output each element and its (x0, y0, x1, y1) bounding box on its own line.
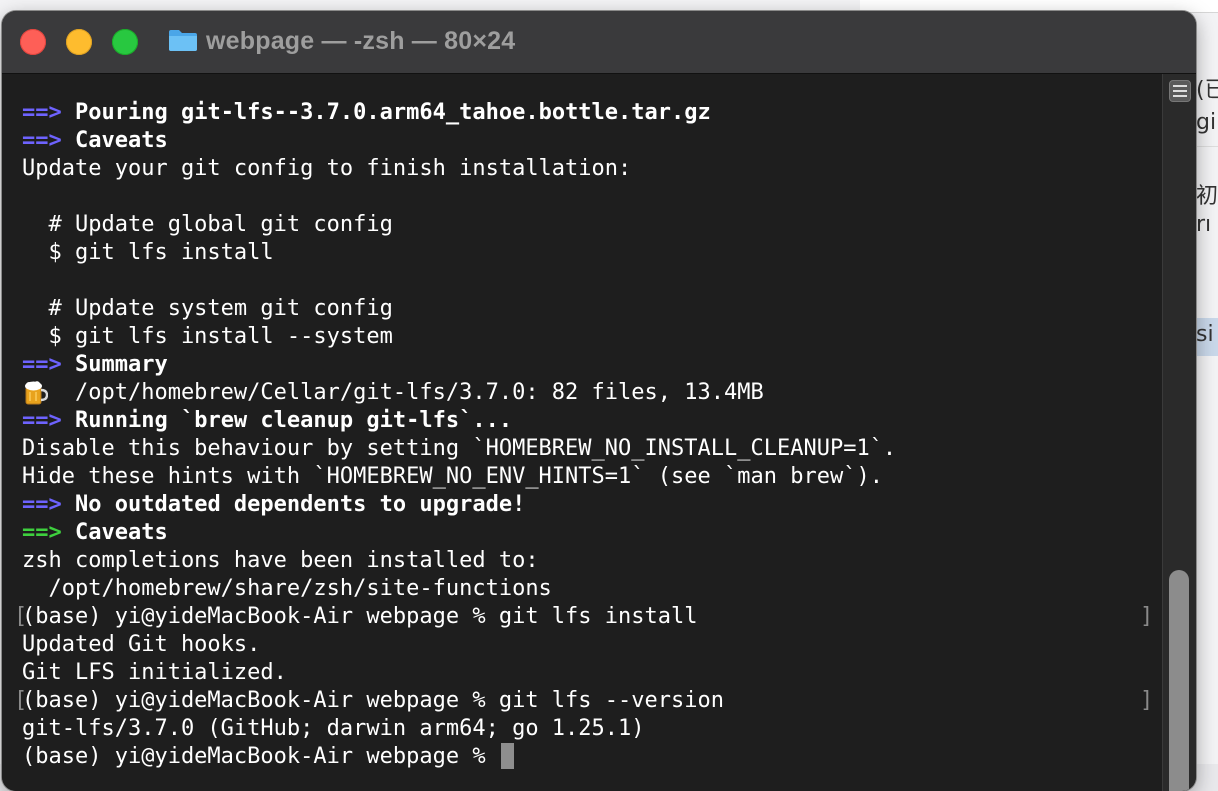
line-text: (base) yi@yideMacBook-Air webpage % git … (22, 688, 724, 713)
window-title: webpage — -zsh — 80×24 (206, 27, 516, 55)
line-text: Running `brew cleanup git-lfs`... (61, 408, 513, 433)
line-text: $ git lfs install --system (22, 324, 393, 349)
line-text: zsh completions have been installed to: (22, 548, 539, 573)
terminal-line: Update your git config to finish install… (22, 155, 631, 183)
mark-bracket-left: [ (14, 688, 28, 713)
terminal-line: ==> Caveats (22, 127, 168, 155)
mark-bracket-left: [ (14, 604, 28, 629)
line-text: git-lfs/3.7.0 (GitHub; darwin arm64; go … (22, 716, 645, 741)
terminal-line: ==> Pouring git-lfs--3.7.0.arm64_tahoe.b… (22, 99, 711, 127)
title-bar[interactable]: webpage — -zsh — 80×24 (2, 11, 1196, 74)
terminal-line: ==> Summary (22, 351, 168, 379)
terminal-line: # Update global git config (22, 211, 393, 239)
terminal-line: (base) yi@yideMacBook-Air webpage % (22, 743, 514, 771)
terminal-line: /opt/homebrew/share/zsh/site-functions (22, 575, 552, 603)
divider (1196, 146, 1218, 147)
line-text: Disable this behaviour by setting `HOMEB… (22, 436, 897, 461)
line-text: Pouring git-lfs--3.7.0.arm64_tahoe.bottl… (61, 100, 711, 125)
background-text: (已 (1196, 78, 1218, 103)
line-text: # Update global git config (22, 212, 393, 237)
background-text: si (1196, 322, 1214, 347)
terminal-line: /opt/homebrew/Cellar/git-lfs/3.7.0: 82 f… (22, 379, 764, 407)
line-text: (base) yi@yideMacBook-Air webpage % (22, 744, 499, 769)
line-text: # Update system git config (22, 296, 393, 321)
background-text: 初始 (1196, 184, 1218, 209)
terminal-line: Disable this behaviour by setting `HOMEB… (22, 435, 896, 463)
text-cursor (500, 743, 514, 769)
scrollbar[interactable] (1162, 74, 1196, 791)
terminal-line: ==> Caveats (22, 519, 168, 547)
terminal-line: $ git lfs install --system (22, 323, 393, 351)
line-text: (base) yi@yideMacBook-Air webpage % git … (22, 604, 698, 629)
terminal-line: Updated Git hooks. (22, 631, 260, 659)
line-text: Git LFS initialized. (22, 660, 287, 685)
mark-bracket-right: ] (1140, 688, 1154, 713)
background-text: rı (1196, 212, 1212, 237)
folder-icon (169, 30, 197, 51)
line-text: $ git lfs install (22, 240, 274, 265)
arrow-prefix: ==> (22, 352, 62, 377)
line-text: No outdated dependents to upgrade! (61, 492, 526, 517)
line-text: Caveats (61, 520, 168, 545)
mark-bracket-right: ] (1140, 604, 1154, 629)
terminal-line: zsh completions have been installed to: (22, 547, 539, 575)
line-text: Updated Git hooks. (22, 632, 261, 657)
terminal-line: $ git lfs install (22, 239, 274, 267)
terminal-line: # Update system git config (22, 295, 393, 323)
line-text: /opt/homebrew/share/zsh/site-functions (22, 576, 552, 601)
terminal-line: ==> Running `brew cleanup git-lfs`... (22, 407, 512, 435)
terminal-line: git-lfs/3.7.0 (GitHub; darwin arm64; go … (22, 715, 645, 743)
terminal-line: ==> No outdated dependents to upgrade! (22, 491, 525, 519)
arrow-prefix: ==> (22, 492, 62, 517)
arrow-prefix: ==> (22, 520, 62, 545)
line-text: Hide these hints with `HOMEBREW_NO_ENV_H… (22, 464, 883, 489)
line-text: Update your git config to finish install… (22, 156, 632, 181)
minimize-button[interactable] (66, 29, 92, 55)
arrow-prefix: ==> (22, 128, 62, 153)
arrow-prefix: ==> (22, 408, 62, 433)
line-text: /opt/homebrew/Cellar/git-lfs/3.7.0: 82 f… (22, 380, 764, 405)
split-pane-icon[interactable] (1169, 80, 1191, 102)
background-text: gi (1196, 110, 1217, 135)
close-button[interactable] (20, 29, 46, 55)
terminal-line: Hide these hints with `HOMEBREW_NO_ENV_H… (22, 463, 883, 491)
terminal-output[interactable]: ==> Pouring git-lfs--3.7.0.arm64_tahoe.b… (2, 74, 1162, 791)
terminal-line: Git LFS initialized. (22, 659, 287, 687)
terminal-window: webpage — -zsh — 80×24 ==> Pouring git-l… (2, 11, 1196, 791)
beer-mug-icon (25, 381, 48, 405)
terminal-line: [] (base) yi@yideMacBook-Air webpage % gi… (14, 603, 1153, 631)
arrow-prefix: ==> (22, 100, 62, 125)
zoom-button[interactable] (112, 29, 138, 55)
terminal-line: [] (base) yi@yideMacBook-Air webpage % gi… (14, 687, 1153, 715)
line-text: Caveats (61, 128, 168, 153)
line-text: Summary (61, 352, 168, 377)
scroll-thumb[interactable] (1169, 570, 1189, 791)
